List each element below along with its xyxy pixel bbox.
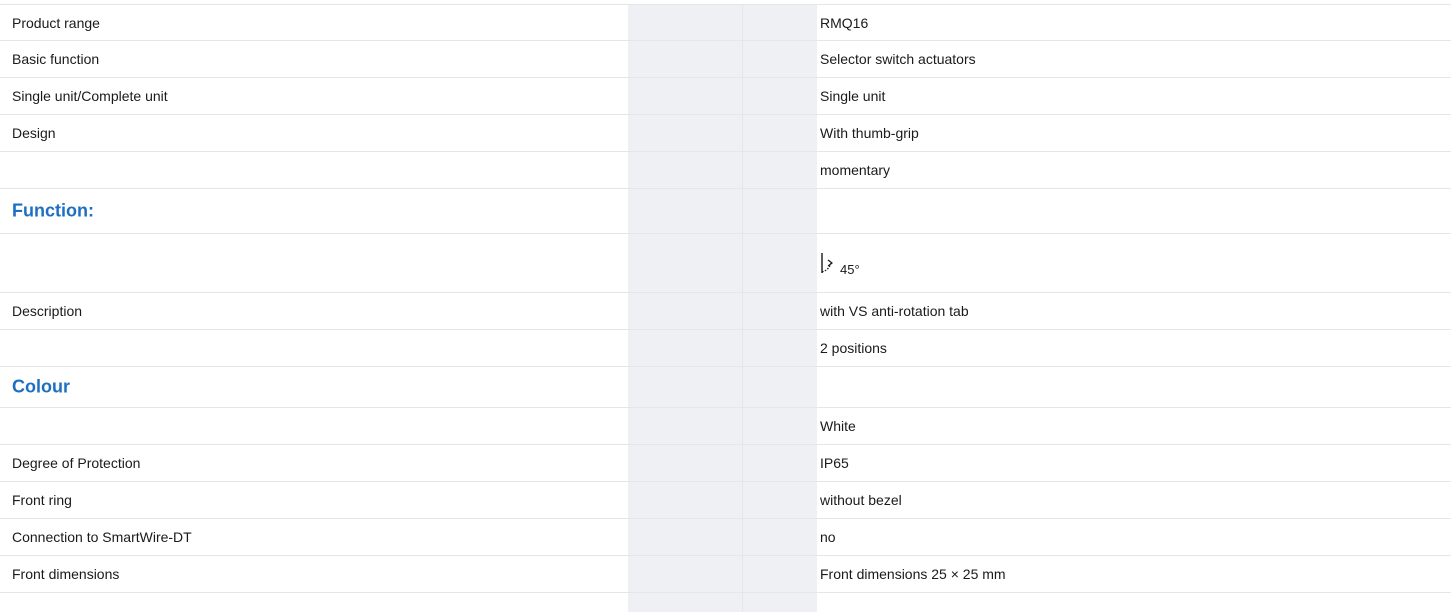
function-heading-row: Function: — [0, 189, 1451, 234]
row-label: Basic function — [12, 51, 100, 67]
row-value: momentary — [820, 162, 891, 178]
row-label: Single unit/Complete unit — [12, 88, 168, 104]
table-row: White — [0, 408, 1451, 445]
row-label: Front dimensions — [12, 566, 120, 582]
row-label: Design — [12, 125, 56, 141]
table-row: Degree of Protection IP65 — [0, 445, 1451, 482]
row-value: Selector switch actuators — [820, 51, 976, 67]
table-row: Design With thumb-grip — [0, 115, 1451, 152]
table-row: momentary — [0, 152, 1451, 189]
table-row: Product range RMQ16 — [0, 4, 1451, 41]
row-label: Description — [12, 303, 83, 319]
table-row: Description with VS anti-rotation tab — [0, 293, 1451, 330]
table-row: Basic function Selector switch actuators — [0, 41, 1451, 78]
selector-45-degree-icon — [821, 253, 833, 273]
row-value: White — [820, 418, 856, 434]
row-value: no — [820, 529, 836, 545]
function-heading: Function: — [12, 200, 94, 221]
table-row: Front dimensions Front dimensions 25 × 2… — [0, 556, 1451, 593]
row-value: With thumb-grip — [820, 125, 919, 141]
table-row: Connection to SmartWire-DT no — [0, 519, 1451, 556]
row-value: Single unit — [820, 88, 886, 104]
function-angle: 45° — [840, 262, 860, 277]
row-label: Product range — [12, 14, 100, 31]
colour-heading-row: Colour — [0, 367, 1451, 408]
function-icon-row: 45° — [0, 234, 1451, 293]
table-row: 2 positions — [0, 330, 1451, 367]
row-value: IP65 — [820, 455, 849, 471]
row-label: Connection to SmartWire-DT — [12, 529, 192, 545]
row-value: Front dimensions 25 × 25 mm — [820, 566, 1006, 582]
function-value: 45° — [820, 252, 860, 277]
table-row: Single unit/Complete unit Single unit — [0, 78, 1451, 115]
row-value: 2 positions — [820, 340, 887, 356]
row-value: without bezel — [820, 492, 902, 508]
colour-heading: Colour — [12, 376, 70, 397]
row-label: Front ring — [12, 492, 72, 508]
row-label: Degree of Protection — [12, 455, 141, 471]
row-value: RMQ16 — [820, 14, 869, 31]
row-value: with VS anti-rotation tab — [820, 303, 969, 319]
table-row: Front ring without bezel — [0, 482, 1451, 519]
spec-table: Product range RMQ16 Basic function Selec… — [0, 4, 1451, 612]
